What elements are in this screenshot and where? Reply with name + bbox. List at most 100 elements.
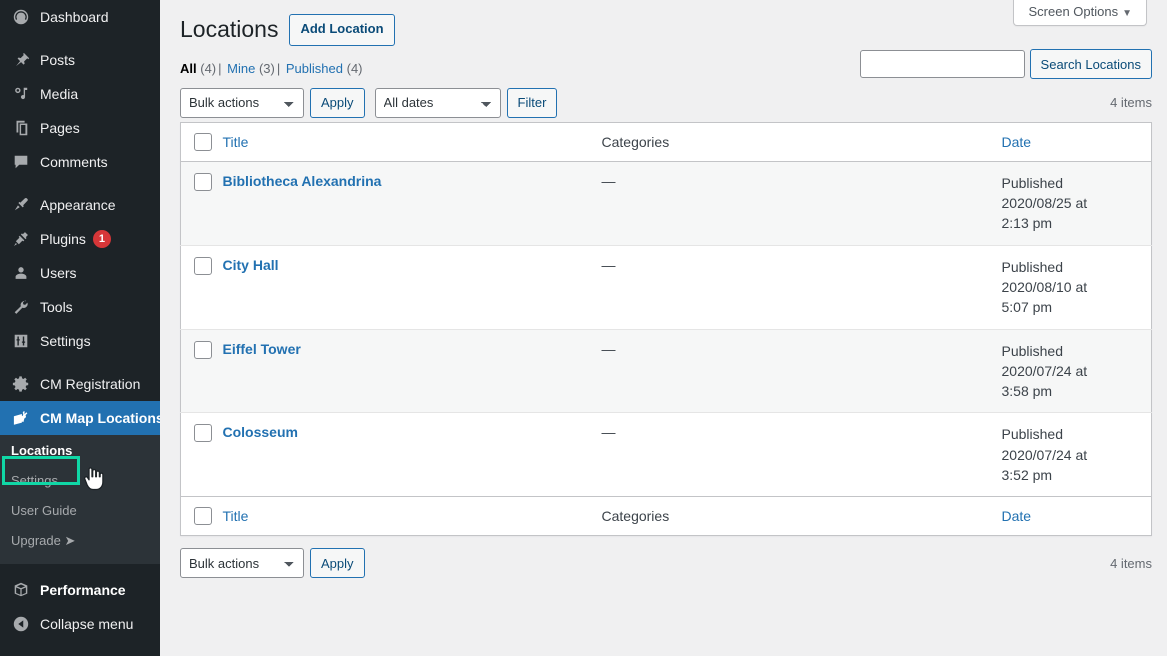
row-title-cell: City Hall [222,244,602,330]
submenu-item-user-guide[interactable]: User Guide [0,496,160,526]
comments-icon [11,152,31,172]
view-filter-mine-link[interactable]: Mine [227,61,255,76]
view-filter-all-count: (4) [200,60,217,76]
categories-column-footer: Categories [601,496,1002,536]
submenu-item-locations[interactable]: Locations [0,436,160,466]
table-row: Bibliotheca Alexandrina — Published 2020… [180,161,1152,246]
plug-icon [11,229,31,249]
sidebar-item-dashboard[interactable]: Dashboard [0,0,160,34]
sidebar-item-label: Tools [40,299,73,315]
row-status: Published [1001,258,1064,275]
sort-by-date-link-bottom[interactable]: Date [1002,508,1032,524]
plugins-update-badge: 1 [92,230,111,248]
view-filter-all: All (4) | [180,61,224,76]
row-title-cell: Colosseum [222,412,602,497]
sidebar-item-label: CM Map Locations [40,410,160,426]
sidebar-item-media[interactable]: Media [0,77,160,111]
sidebar-item-pages[interactable]: Pages [0,111,160,145]
paintbrush-icon [11,195,31,215]
row-status: Published [1001,342,1064,359]
categories-column-header: Categories [601,122,1002,162]
row-checkbox[interactable] [194,172,212,191]
view-filter-divider-1: | [218,60,222,76]
row-title-link[interactable]: Bibliotheca Alexandrina [223,173,382,189]
sidebar-item-posts[interactable]: Posts [0,43,160,77]
date-column-header: Date [1001,122,1152,162]
sidebar-item-users[interactable]: Users [0,256,160,290]
row-categories-cell: — [601,412,1002,497]
view-filter-published-link[interactable]: Published [286,61,343,76]
add-location-button[interactable]: Add Location [289,14,395,46]
row-date-cell: Published 2020/07/24 at 3:58 pm [1001,328,1152,413]
bulk-actions-select-bottom[interactable]: Bulk actions [180,548,304,579]
bulk-actions-select-top[interactable]: Bulk actions [180,87,304,118]
row-date: 2020/08/10 at [1001,278,1088,295]
apply-button-bottom[interactable]: Apply [310,548,365,579]
sidebar-item-cm-registration[interactable]: CM Registration [0,367,160,401]
sidebar-item-settings[interactable]: Settings [0,324,160,358]
row-title-link[interactable]: City Hall [223,257,279,273]
row-time: 3:52 pm [1001,467,1053,484]
screen-options-button[interactable]: Screen Options ▼ [1013,0,1147,26]
row-categories-value: — [601,340,616,357]
row-date-cell: Published 2020/07/24 at 3:52 pm [1001,412,1152,497]
date-filter-select[interactable]: All dates [374,87,501,118]
sidebar-item-label: Settings [40,333,91,349]
row-categories-value: — [601,256,616,273]
submenu-item-settings[interactable]: Settings [0,466,160,496]
search-locations-button[interactable]: Search Locations [1029,49,1152,79]
table-header-row: Title Categories Date [180,122,1152,162]
table-foot: Title Categories Date [180,496,1152,536]
filter-button[interactable]: Filter [506,87,558,118]
sidebar-item-cm-map-locations[interactable]: CM Map Locations [0,401,160,435]
row-checkbox[interactable] [194,256,212,275]
map-marker-icon [11,408,31,428]
apply-button-top[interactable]: Apply [310,87,365,118]
collapse-arrow-icon [11,614,31,634]
row-title-link[interactable]: Eiffel Tower [223,341,301,357]
sidebar-item-tools[interactable]: Tools [0,290,160,324]
row-title-cell: Bibliotheca Alexandrina [223,161,602,245]
row-checkbox[interactable] [194,424,212,443]
table-footer-row: Title Categories Date [180,496,1152,536]
chevron-down-icon: ▼ [1122,8,1132,19]
search-input[interactable] [859,50,1025,78]
box-icon [11,580,31,600]
view-filter-all-link[interactable]: All [180,61,197,76]
table-navigation-top: Bulk actions Apply All dates Filter 4 it… [180,87,1152,118]
collapse-menu-button[interactable]: Collapse menu [0,607,160,641]
row-categories-cell: — [602,161,1002,245]
locations-table: Title Categories Date Bibliotheca Alexan… [180,121,1152,537]
sort-by-title-link-bottom[interactable]: Title [223,508,249,524]
row-date-cell: Published 2020/08/25 at 2:13 pm [1002,161,1152,245]
sidebar-item-label: Media [40,86,79,102]
view-filter-published-count: (4) [346,60,363,76]
submenu-item-upgrade[interactable]: Upgrade ➤ [0,526,160,556]
sidebar-item-label: Users [40,265,77,281]
row-checkbox[interactable] [194,340,212,359]
sort-by-date-link-top[interactable]: Date [1002,134,1032,150]
page-title: Locations [180,15,279,42]
row-status: Published [1001,174,1064,191]
row-status: Published [1001,426,1064,443]
screen-meta-links: Screen Options ▼ [1013,0,1147,26]
items-count-top: 4 items [1110,95,1152,111]
select-all-checkbox-bottom[interactable] [194,507,212,526]
pages-icon [11,118,31,138]
sidebar-item-plugins[interactable]: Plugins 1 [0,222,160,256]
select-all-checkbox-top[interactable] [194,132,212,151]
sidebar-item-comments[interactable]: Comments [0,145,160,179]
sidebar-item-appearance[interactable]: Appearance [0,188,160,222]
row-title-link[interactable]: Colosseum [223,424,298,440]
sidebar-item-label: Dashboard [40,9,109,25]
sidebar-item-performance[interactable]: Performance [0,573,160,607]
select-all-header [180,122,223,162]
wrench-icon [11,297,31,317]
view-filter-mine-count: (3) [258,60,275,76]
gear-icon [11,374,31,394]
row-time: 5:07 pm [1001,299,1053,316]
row-date: 2020/07/24 at [1001,362,1088,379]
table-row: City Hall — Published 2020/08/10 at 5:07… [180,244,1152,330]
view-filter-divider-2: | [276,60,281,76]
sort-by-title-link-top[interactable]: Title [223,134,249,150]
